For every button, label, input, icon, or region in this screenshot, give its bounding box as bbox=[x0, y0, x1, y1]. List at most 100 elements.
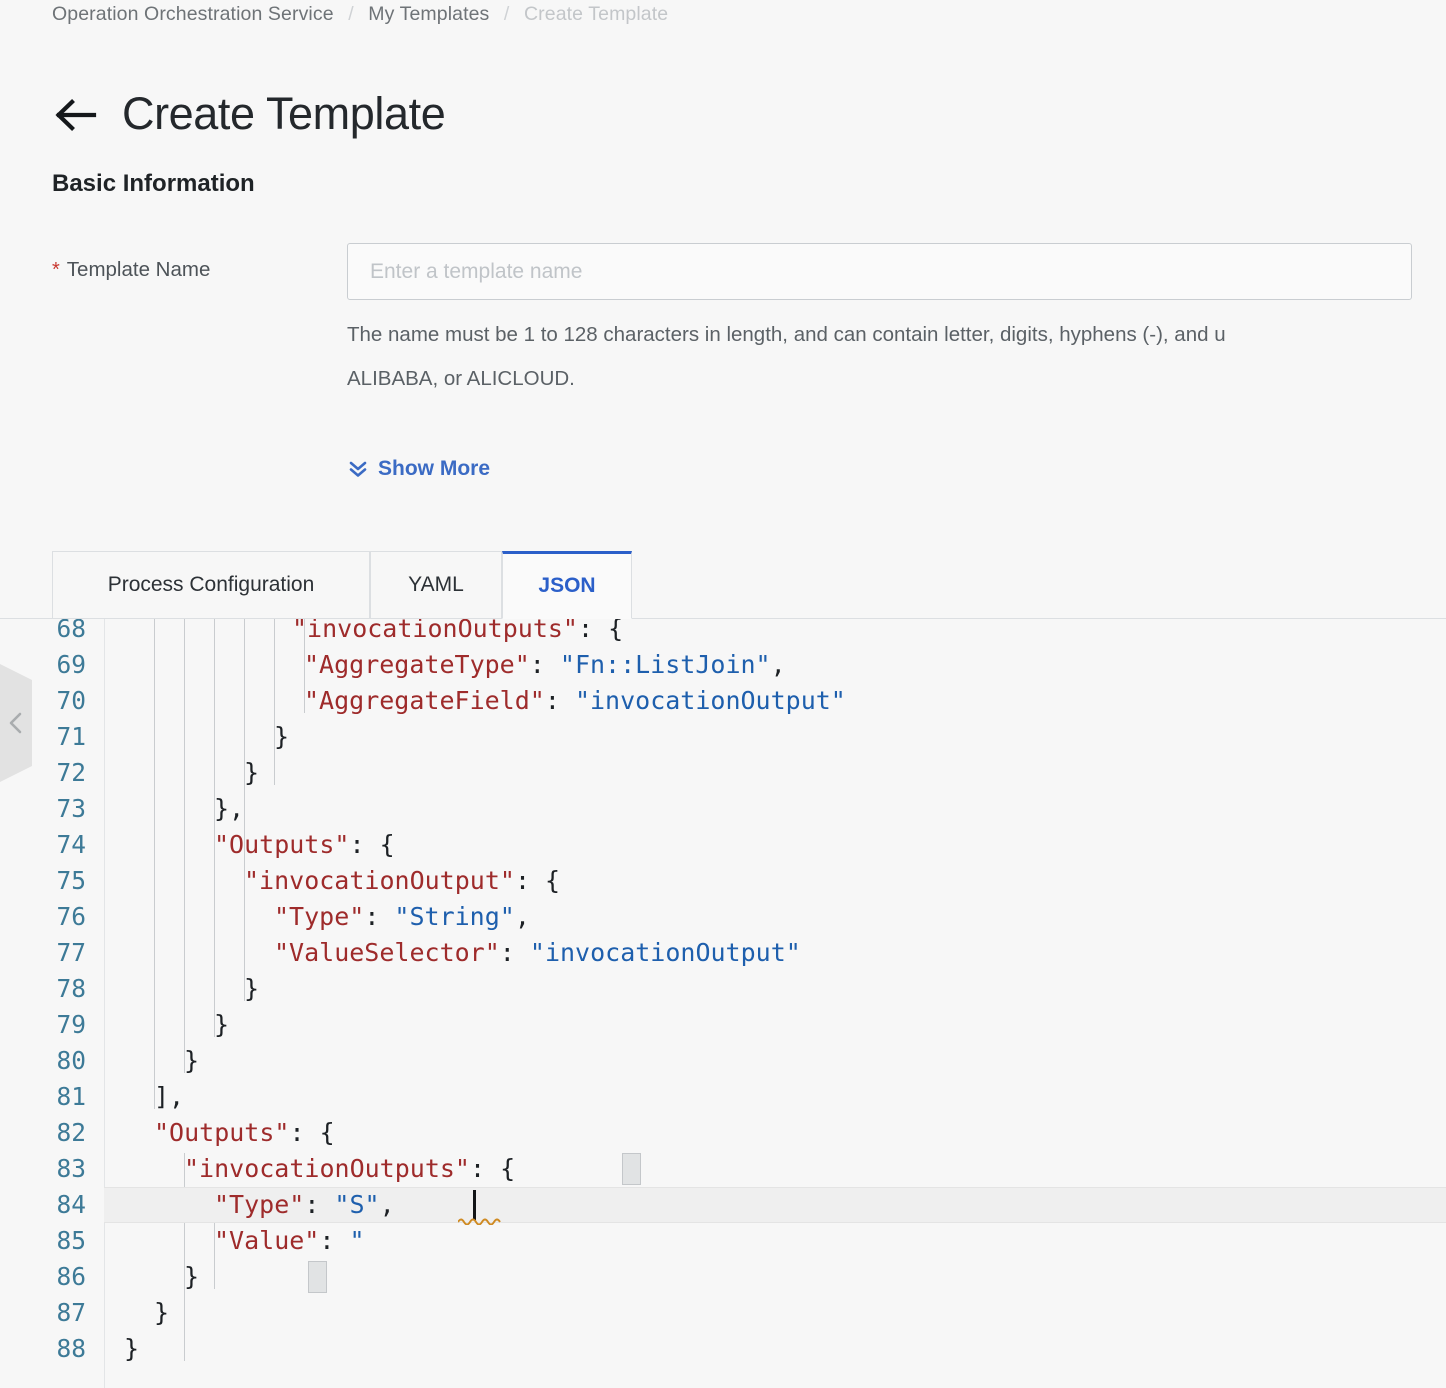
required-asterisk: * bbox=[52, 259, 60, 281]
show-more-button[interactable]: Show More bbox=[348, 457, 490, 481]
code-token: "Outputs" bbox=[214, 830, 350, 859]
template-name-label: * Template Name bbox=[52, 258, 210, 282]
code-token: : bbox=[319, 1226, 350, 1255]
code-token: "invocationOutput" bbox=[574, 686, 846, 715]
code-token: }, bbox=[214, 794, 245, 823]
code-line[interactable]: 74 "Outputs": { bbox=[0, 827, 1446, 863]
code-line[interactable]: 71} bbox=[0, 719, 1446, 755]
tab-yaml[interactable]: YAML bbox=[370, 551, 502, 619]
code-line-text: "ValueSelector": "invocationOutput" bbox=[274, 935, 801, 971]
code-token: , bbox=[379, 1190, 395, 1219]
editor-tabbar: Process Configuration YAML JSON bbox=[0, 551, 1446, 619]
code-token: : { bbox=[349, 830, 395, 859]
line-number: 73 bbox=[56, 794, 86, 823]
code-token: : bbox=[529, 650, 560, 679]
code-token: : bbox=[469, 1154, 501, 1183]
line-number: 77 bbox=[56, 938, 86, 967]
breadcrumb-item-my-templates[interactable]: My Templates bbox=[368, 3, 489, 25]
code-token: "S" bbox=[334, 1190, 380, 1219]
code-token: } bbox=[214, 1010, 230, 1039]
line-number: 80 bbox=[56, 1046, 86, 1075]
line-number: 79 bbox=[56, 1010, 86, 1039]
code-line[interactable]: 85 "Value": " bbox=[0, 1223, 1446, 1259]
line-number: 88 bbox=[56, 1334, 86, 1363]
code-line-text: } bbox=[184, 1043, 199, 1079]
breadcrumb-separator: / bbox=[503, 3, 510, 25]
code-line-text: "invocationOutputs": { bbox=[292, 619, 623, 647]
code-token: " bbox=[349, 1226, 365, 1255]
code-line-text: "invocationOutputs": { bbox=[184, 1151, 515, 1187]
json-code-editor[interactable]: 68 "invocationOutputs": {69 "AggregateType… bbox=[0, 619, 1446, 1388]
code-token: "invocationOutput" bbox=[529, 938, 801, 967]
line-number: 74 bbox=[56, 830, 86, 859]
code-line[interactable]: 68 "invocationOutputs": { bbox=[0, 619, 1446, 647]
template-name-help-text: The name must be 1 to 128 characters in … bbox=[347, 313, 1446, 401]
help-text-line-1: The name must be 1 to 128 characters in … bbox=[347, 323, 1226, 346]
code-line[interactable]: 78} bbox=[0, 971, 1446, 1007]
code-line[interactable]: 80} bbox=[0, 1043, 1446, 1079]
back-arrow-icon[interactable] bbox=[52, 92, 98, 138]
basic-information-heading: Basic Information bbox=[52, 170, 255, 192]
line-number: 84 bbox=[56, 1190, 86, 1219]
code-line-text: } bbox=[214, 1007, 229, 1043]
error-squiggle bbox=[457, 1218, 501, 1225]
code-line[interactable]: 79} bbox=[0, 1007, 1446, 1043]
line-number: 76 bbox=[56, 902, 86, 931]
code-line-text: } bbox=[244, 971, 259, 1007]
code-line-text: } bbox=[274, 719, 289, 755]
code-token: : bbox=[364, 902, 395, 931]
code-line[interactable]: 70 "AggregateField": "invocationOutput" bbox=[0, 683, 1446, 719]
code-line[interactable]: 82 "Outputs": { bbox=[0, 1115, 1446, 1151]
breadcrumb-item-service[interactable]: Operation Orchestration Service bbox=[52, 3, 334, 25]
code-line[interactable]: 88} bbox=[0, 1331, 1446, 1367]
code-line-text: "AggregateType": "Fn::ListJoin", bbox=[304, 647, 786, 683]
code-line[interactable]: 73}, bbox=[0, 791, 1446, 827]
template-name-input[interactable] bbox=[347, 243, 1412, 300]
bracket-match-close bbox=[308, 1261, 327, 1293]
code-token: } bbox=[274, 722, 290, 751]
line-number: 75 bbox=[56, 866, 86, 895]
create-template-page: Operation Orchestration Service / My Tem… bbox=[0, 0, 1446, 1388]
code-line[interactable]: 83 "invocationOutputs": { bbox=[0, 1151, 1446, 1187]
tab-json[interactable]: JSON bbox=[502, 551, 632, 619]
line-number: 78 bbox=[56, 974, 86, 1003]
code-token: : { bbox=[514, 866, 561, 895]
line-number: 86 bbox=[56, 1262, 86, 1291]
code-line[interactable]: 81], bbox=[0, 1079, 1446, 1115]
code-token: "Type" bbox=[274, 902, 365, 931]
code-token: } bbox=[184, 1046, 200, 1075]
tab-process-configuration[interactable]: Process Configuration bbox=[52, 551, 370, 619]
breadcrumb-separator: / bbox=[348, 3, 354, 25]
panel-collapse-handle[interactable] bbox=[0, 664, 40, 782]
code-token: } bbox=[184, 1262, 200, 1291]
code-line[interactable]: 87} bbox=[0, 1295, 1446, 1331]
code-line[interactable]: 77 "ValueSelector": "invocationOutput" bbox=[0, 935, 1446, 971]
code-line[interactable]: 72} bbox=[0, 755, 1446, 791]
page-header: Create Template bbox=[52, 88, 446, 138]
code-token: "Value" bbox=[214, 1226, 320, 1255]
line-number: 81 bbox=[56, 1082, 86, 1111]
code-token: { bbox=[500, 1154, 516, 1183]
code-token: , bbox=[770, 650, 786, 679]
code-line-text: "Outputs": { bbox=[154, 1115, 335, 1151]
code-token: "AggregateField" bbox=[304, 686, 545, 715]
code-line-text: } bbox=[244, 755, 259, 791]
code-line[interactable]: 84 "Type": "S", bbox=[0, 1187, 1446, 1223]
bracket-match-open bbox=[621, 1153, 641, 1185]
line-number: 82 bbox=[56, 1118, 86, 1147]
show-more-label: Show More bbox=[378, 457, 491, 480]
code-token: ], bbox=[154, 1082, 185, 1111]
line-number: 68 bbox=[56, 619, 86, 643]
code-token: "invocationOutputs" bbox=[292, 619, 578, 643]
code-line-text: } bbox=[154, 1295, 169, 1331]
code-line[interactable]: 69 "AggregateType": "Fn::ListJoin", bbox=[0, 647, 1446, 683]
code-line[interactable]: 86} bbox=[0, 1259, 1446, 1295]
code-token: } bbox=[244, 974, 260, 1003]
help-text-line-2: ALIBABA, or ALICLOUD. bbox=[347, 367, 575, 390]
code-line[interactable]: 75 "invocationOutput": { bbox=[0, 863, 1446, 899]
code-token: : bbox=[544, 686, 575, 715]
code-line-text: ], bbox=[154, 1079, 184, 1115]
code-surface[interactable]: 68 "invocationOutputs": {69 "AggregateType… bbox=[0, 619, 1446, 1388]
code-line-text: }, bbox=[214, 791, 244, 827]
code-line[interactable]: 76 "Type": "String", bbox=[0, 899, 1446, 935]
